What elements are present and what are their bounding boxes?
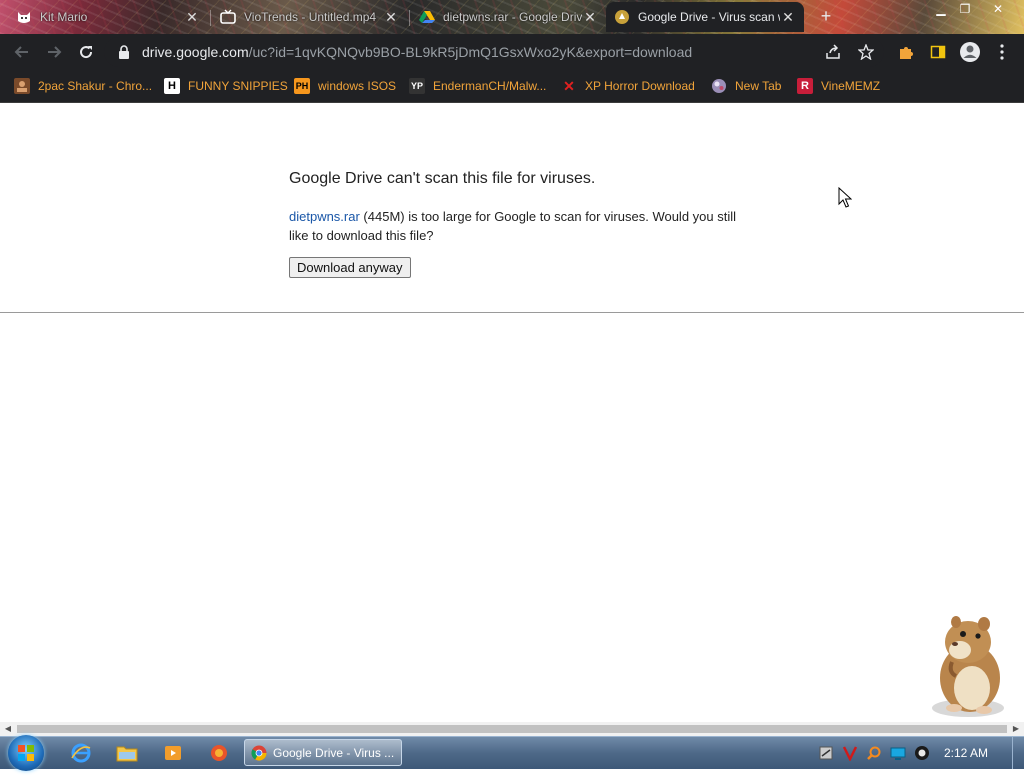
mouse-cursor-icon [838, 186, 853, 214]
file-explorer-icon[interactable] [114, 740, 140, 766]
close-tab-icon[interactable]: ✕ [780, 9, 796, 26]
bookmark-label: New Tab [735, 79, 782, 93]
tab-title: Google Drive - Virus scan warning [638, 10, 780, 24]
internet-explorer-icon[interactable] [68, 740, 94, 766]
kebab-menu-icon [1000, 44, 1004, 60]
scroll-left-icon[interactable]: ◀ [2, 724, 14, 734]
restore-icon[interactable]: ❐ [952, 0, 978, 18]
tab-strip: Kit Mario ✕ VioTrends - Untitled.mp4 ✕ d… [0, 0, 1024, 34]
bookmark-label: XP Horror Download [585, 79, 695, 93]
forward-button[interactable] [40, 38, 68, 66]
windows-logo-icon [18, 745, 34, 761]
download-anyway-button[interactable]: Download anyway [289, 257, 411, 278]
system-clock[interactable]: 2:12 AM [944, 746, 988, 760]
page-heading: Google Drive can't scan this file for vi… [289, 170, 596, 187]
bookmark-new-tab[interactable]: New Tab [711, 76, 781, 96]
profile-button[interactable] [956, 38, 984, 66]
drive-icon [419, 9, 435, 25]
scrollbar-thumb[interactable] [17, 725, 1007, 733]
cat-icon [16, 9, 32, 25]
url-host: drive.google.com [142, 44, 249, 60]
menu-button[interactable] [988, 38, 1016, 66]
network-tray-icon[interactable] [818, 745, 834, 761]
globe-icon [711, 78, 727, 94]
taskbar: Google Drive - Virus ... 2:12 AM [0, 735, 1024, 771]
bookmark-funny-snippies[interactable]: H FUNNY SNIPPIES [164, 76, 288, 96]
yp-icon: YP [409, 78, 425, 94]
minimize-icon[interactable]: ▁ [928, 0, 954, 18]
h-icon: H [164, 78, 180, 94]
magnifier-tray-icon[interactable] [866, 745, 882, 761]
reload-button[interactable] [72, 38, 100, 66]
arrow-left-icon [14, 46, 28, 58]
bookmark-xp-horror[interactable]: ✕ XP Horror Download [561, 76, 695, 96]
bookmark-label: windows ISOS [318, 79, 397, 93]
show-desktop-button[interactable] [1012, 737, 1024, 769]
divider [0, 312, 1024, 313]
url-text: drive.google.com/uc?id=1qvKQNQvb9BO-BL9k… [142, 44, 692, 60]
record-tray-icon[interactable] [914, 745, 930, 761]
side-panel-button[interactable] [924, 38, 952, 66]
url-path: /uc?id=1qvKQNQvb9BO-BL9kR5jDmQ1GsxWxo2yK… [248, 44, 693, 60]
tab-virus-scan-warning[interactable]: Google Drive - Virus scan warning ✕ [606, 2, 804, 32]
share-icon[interactable] [822, 41, 844, 63]
ph-icon: PH [294, 78, 310, 94]
puzzle-icon [900, 47, 913, 59]
lock-icon[interactable] [116, 44, 132, 60]
2pac-icon [14, 78, 30, 94]
taskbar-task-label: Google Drive - Virus ... [273, 745, 395, 760]
new-tab-button[interactable]: + [816, 6, 836, 26]
scroll-right-icon[interactable]: ▶ [1010, 724, 1022, 734]
close-tab-icon[interactable]: ✕ [383, 9, 399, 26]
r-icon: R [797, 78, 813, 94]
warning-message: dietpwns.rar (445M) is too large for Goo… [289, 207, 749, 245]
chrome-icon [251, 745, 267, 761]
x-icon: ✕ [563, 77, 575, 94]
tab-dietpwns-drive[interactable]: dietpwns.rar - Google Drive ✕ [411, 2, 606, 32]
tab-viotrends[interactable]: VioTrends - Untitled.mp4 ✕ [212, 2, 407, 32]
page-content: Google Drive can't scan this file for vi… [0, 103, 1024, 723]
tab-title: dietpwns.rar - Google Drive [443, 10, 582, 24]
tab-title: VioTrends - Untitled.mp4 [244, 10, 377, 24]
bookmark-star-icon[interactable] [855, 41, 877, 63]
close-tab-icon[interactable]: ✕ [582, 9, 598, 26]
address-bar[interactable]: drive.google.com/uc?id=1qvKQNQvb9BO-BL9k… [104, 37, 884, 67]
bookmark-endermanch[interactable]: YP EndermanCH/Malw... [409, 76, 546, 96]
bookmark-label: 2pac Shakur - Chro... [38, 79, 153, 93]
tab-kit-mario[interactable]: Kit Mario ✕ [8, 2, 208, 32]
close-window-icon[interactable]: ✕ [985, 0, 1011, 18]
hamster-mascot [918, 612, 1010, 725]
media-player-icon[interactable] [160, 740, 186, 766]
bookmark-2pac[interactable]: 2pac Shakur - Chro... [14, 76, 152, 96]
browser-toolbar: drive.google.com/uc?id=1qvKQNQvb9BO-BL9k… [0, 34, 1024, 70]
horizontal-scrollbar[interactable]: ◀ ▶ [0, 722, 1024, 736]
display-tray-icon[interactable] [890, 745, 906, 761]
drive-warning-icon [614, 9, 630, 25]
tv-icon [220, 9, 236, 25]
reload-icon [80, 46, 93, 59]
bookmark-windows-isos[interactable]: PH windows ISOS [294, 76, 396, 96]
extensions-button[interactable] [892, 38, 920, 66]
tab-title: Kit Mario [40, 10, 88, 24]
start-button[interactable] [8, 735, 44, 771]
file-name-link[interactable]: dietpwns.rar [289, 209, 360, 224]
side-panel-icon [930, 45, 946, 59]
back-button[interactable] [8, 38, 36, 66]
bookmark-label: VineMEMZ [821, 79, 881, 93]
bookmarks-bar: 2pac Shakur - Chro... H FUNNY SNIPPIES P… [0, 70, 1024, 103]
arrow-right-icon [48, 46, 62, 58]
close-tab-icon[interactable]: ✕ [184, 9, 200, 26]
app-icon[interactable] [206, 740, 232, 766]
v-tray-icon[interactable] [842, 745, 858, 761]
avatar-icon [960, 42, 980, 62]
bookmark-label: FUNNY SNIPPIES [188, 79, 288, 93]
taskbar-chrome-window[interactable]: Google Drive - Virus ... [244, 739, 402, 766]
bookmark-vinememz[interactable]: R VineMEMZ [797, 76, 880, 96]
bookmark-label: EndermanCH/Malw... [433, 79, 547, 93]
